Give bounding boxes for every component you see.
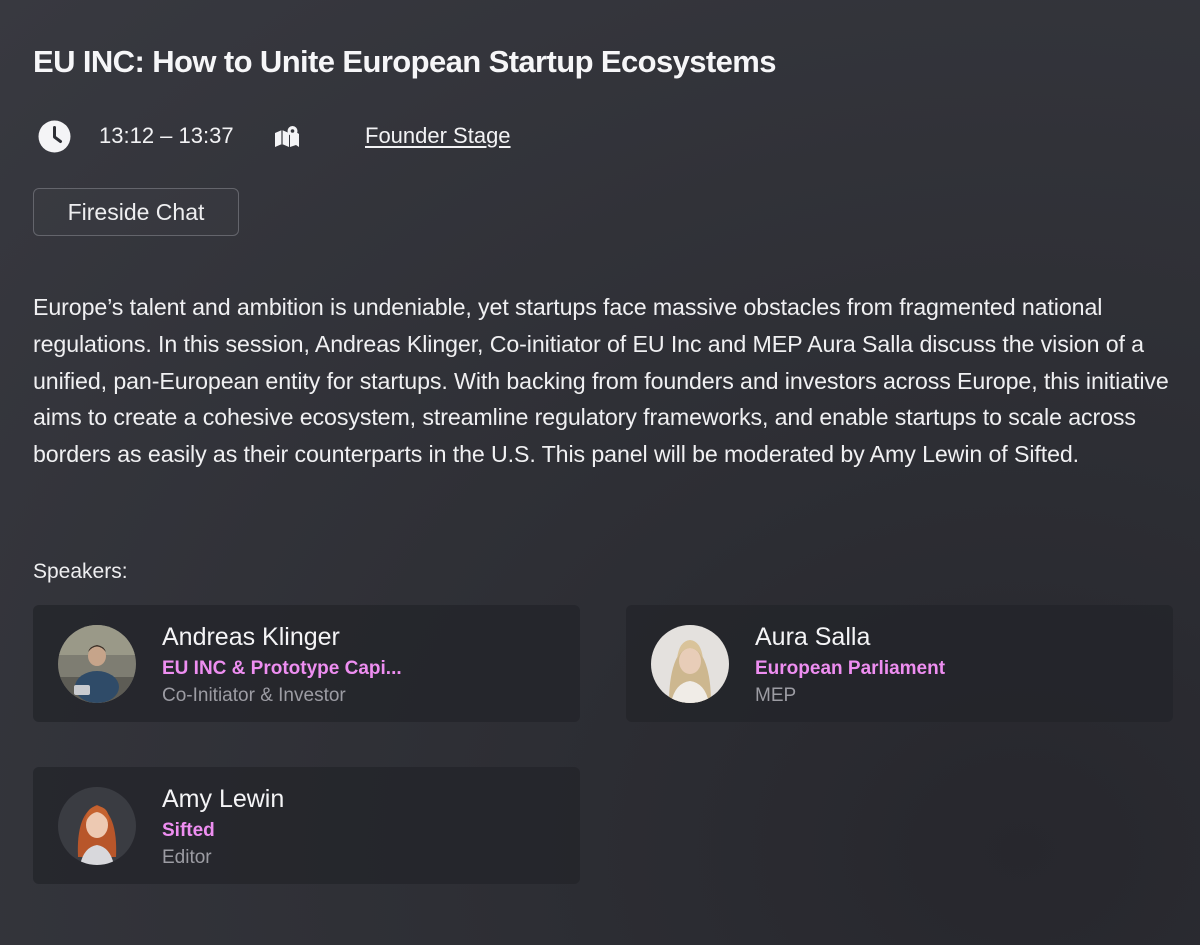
speaker-role: Co-Initiator & Investor (162, 685, 346, 706)
speaker-card-aura-salla[interactable]: Aura Salla European Parliament MEP (626, 605, 1173, 722)
session-time: 13:12 – 13:37 (99, 123, 234, 148)
speaker-name: Aura Salla (755, 623, 871, 651)
speaker-card-andreas-klinger[interactable]: Andreas Klinger EU INC & Prototype Capi.… (33, 605, 580, 722)
avatar (651, 625, 729, 703)
speaker-name: Amy Lewin (162, 785, 285, 813)
speaker-organization: Sifted (162, 820, 215, 841)
session-meta: 13:12 – 13:37 Founder Stage (33, 118, 733, 156)
stage-link[interactable]: Founder Stage (365, 123, 511, 149)
speakers-heading: Speakers: (33, 560, 128, 583)
speaker-role: MEP (755, 685, 797, 706)
session-format-label: Fireside Chat (67, 198, 205, 225)
speaker-name: Andreas Klinger (162, 623, 340, 651)
avatar (58, 625, 136, 703)
speaker-organization: European Parliament (755, 658, 946, 679)
speaker-role: Editor (162, 847, 212, 868)
session-format-tag[interactable]: Fireside Chat (33, 188, 239, 236)
clock-icon (38, 120, 71, 153)
speaker-card-amy-lewin[interactable]: Amy Lewin Sifted Editor (33, 767, 580, 884)
map-icon (273, 125, 301, 149)
session-title: EU INC: How to Unite European Startup Ec… (33, 44, 776, 79)
session-description: Europe’s talent and ambition is undeniab… (33, 294, 1169, 468)
speaker-organization: EU INC & Prototype Capi... (162, 658, 402, 679)
avatar (58, 787, 136, 865)
